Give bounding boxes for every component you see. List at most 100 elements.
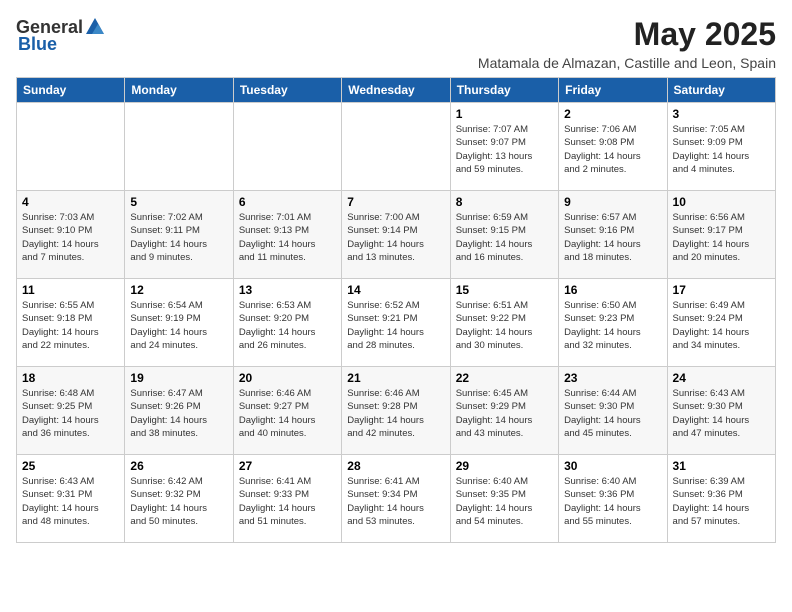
weekday-header-saturday: Saturday	[667, 78, 775, 103]
day-number: 3	[673, 107, 770, 121]
day-info: Sunrise: 6:45 AM Sunset: 9:29 PM Dayligh…	[456, 387, 553, 440]
calendar-cell: 7 Sunrise: 7:00 AM Sunset: 9:14 PM Daylig…	[342, 191, 450, 279]
calendar-cell	[125, 103, 233, 191]
day-info: Sunrise: 7:06 AM Sunset: 9:08 PM Dayligh…	[564, 123, 661, 176]
weekday-header-row: SundayMondayTuesdayWednesdayThursdayFrid…	[17, 78, 776, 103]
calendar-cell: 15Sunrise: 6:51 AM Sunset: 9:22 PM Dayli…	[450, 279, 558, 367]
day-info: Sunrise: 7:03 AM Sunset: 9:10 PM Dayligh…	[22, 211, 119, 264]
calendar-cell: 23 Sunrise: 6:44 AM Sunset: 9:30 PM Dayli…	[559, 367, 667, 455]
day-number: 26	[130, 459, 227, 473]
day-info: Sunrise: 6:56 AM Sunset: 9:17 PM Dayligh…	[673, 211, 770, 264]
calendar-cell: 8Sunrise: 6:59 AM Sunset: 9:15 PM Daylig…	[450, 191, 558, 279]
day-number: 31	[673, 459, 770, 473]
calendar-cell: 1 Sunrise: 7:07 AM Sunset: 9:07 PM Daylig…	[450, 103, 558, 191]
calendar-table: SundayMondayTuesdayWednesdayThursdayFrid…	[16, 77, 776, 543]
day-number: 25	[22, 459, 119, 473]
day-info: Sunrise: 6:43 AM Sunset: 9:31 PM Dayligh…	[22, 475, 119, 528]
weekday-header-sunday: Sunday	[17, 78, 125, 103]
calendar-cell: 16 Sunrise: 6:50 AM Sunset: 9:23 PM Dayli…	[559, 279, 667, 367]
day-number: 12	[130, 283, 227, 297]
calendar-cell: 30 Sunrise: 6:40 AM Sunset: 9:36 PM Dayli…	[559, 455, 667, 543]
day-info: Sunrise: 6:44 AM Sunset: 9:30 PM Dayligh…	[564, 387, 661, 440]
day-info: Sunrise: 6:42 AM Sunset: 9:32 PM Dayligh…	[130, 475, 227, 528]
logo-icon	[84, 16, 106, 38]
calendar-week-row: 1 Sunrise: 7:07 AM Sunset: 9:07 PM Daylig…	[17, 103, 776, 191]
calendar-cell: 3 Sunrise: 7:05 AM Sunset: 9:09 PM Daylig…	[667, 103, 775, 191]
calendar-cell: 29 Sunrise: 6:40 AM Sunset: 9:35 PM Dayli…	[450, 455, 558, 543]
day-number: 29	[456, 459, 553, 473]
calendar-week-row: 25 Sunrise: 6:43 AM Sunset: 9:31 PM Dayli…	[17, 455, 776, 543]
day-number: 4	[22, 195, 119, 209]
day-info: Sunrise: 6:52 AM Sunset: 9:21 PM Dayligh…	[347, 299, 444, 352]
calendar-cell	[233, 103, 341, 191]
day-number: 28	[347, 459, 444, 473]
day-number: 5	[130, 195, 227, 209]
title-area: May 2025 Matamala de Almazan, Castille a…	[478, 16, 776, 71]
day-info: Sunrise: 7:05 AM Sunset: 9:09 PM Dayligh…	[673, 123, 770, 176]
calendar-cell: 22 Sunrise: 6:45 AM Sunset: 9:29 PM Dayli…	[450, 367, 558, 455]
day-info: Sunrise: 6:40 AM Sunset: 9:36 PM Dayligh…	[564, 475, 661, 528]
page-header: General Blue May 2025 Matamala de Almaza…	[16, 16, 776, 71]
calendar-cell: 31Sunrise: 6:39 AM Sunset: 9:36 PM Dayli…	[667, 455, 775, 543]
day-info: Sunrise: 6:40 AM Sunset: 9:35 PM Dayligh…	[456, 475, 553, 528]
calendar-week-row: 11Sunrise: 6:55 AM Sunset: 9:18 PM Dayli…	[17, 279, 776, 367]
day-info: Sunrise: 6:41 AM Sunset: 9:34 PM Dayligh…	[347, 475, 444, 528]
day-number: 22	[456, 371, 553, 385]
calendar-cell: 14 Sunrise: 6:52 AM Sunset: 9:21 PM Dayli…	[342, 279, 450, 367]
calendar-cell: 9Sunrise: 6:57 AM Sunset: 9:16 PM Daylig…	[559, 191, 667, 279]
calendar-cell: 24 Sunrise: 6:43 AM Sunset: 9:30 PM Dayli…	[667, 367, 775, 455]
calendar-cell: 4 Sunrise: 7:03 AM Sunset: 9:10 PM Daylig…	[17, 191, 125, 279]
day-number: 27	[239, 459, 336, 473]
calendar-cell	[17, 103, 125, 191]
day-number: 20	[239, 371, 336, 385]
calendar-cell: 20 Sunrise: 6:46 AM Sunset: 9:27 PM Dayli…	[233, 367, 341, 455]
day-info: Sunrise: 7:01 AM Sunset: 9:13 PM Dayligh…	[239, 211, 336, 264]
day-number: 15	[456, 283, 553, 297]
calendar-cell: 25 Sunrise: 6:43 AM Sunset: 9:31 PM Dayli…	[17, 455, 125, 543]
day-info: Sunrise: 6:50 AM Sunset: 9:23 PM Dayligh…	[564, 299, 661, 352]
day-number: 23	[564, 371, 661, 385]
day-number: 7	[347, 195, 444, 209]
calendar-cell: 21Sunrise: 6:46 AM Sunset: 9:28 PM Dayli…	[342, 367, 450, 455]
calendar-cell: 13Sunrise: 6:53 AM Sunset: 9:20 PM Dayli…	[233, 279, 341, 367]
weekday-header-monday: Monday	[125, 78, 233, 103]
day-number: 18	[22, 371, 119, 385]
day-info: Sunrise: 7:02 AM Sunset: 9:11 PM Dayligh…	[130, 211, 227, 264]
day-info: Sunrise: 6:55 AM Sunset: 9:18 PM Dayligh…	[22, 299, 119, 352]
logo: General Blue	[16, 16, 107, 55]
calendar-cell: 28 Sunrise: 6:41 AM Sunset: 9:34 PM Dayli…	[342, 455, 450, 543]
day-number: 14	[347, 283, 444, 297]
calendar-cell: 19Sunrise: 6:47 AM Sunset: 9:26 PM Dayli…	[125, 367, 233, 455]
day-number: 6	[239, 195, 336, 209]
weekday-header-thursday: Thursday	[450, 78, 558, 103]
day-info: Sunrise: 6:47 AM Sunset: 9:26 PM Dayligh…	[130, 387, 227, 440]
calendar-cell: 10 Sunrise: 6:56 AM Sunset: 9:17 PM Dayli…	[667, 191, 775, 279]
day-info: Sunrise: 6:43 AM Sunset: 9:30 PM Dayligh…	[673, 387, 770, 440]
day-number: 2	[564, 107, 661, 121]
day-number: 30	[564, 459, 661, 473]
day-info: Sunrise: 6:41 AM Sunset: 9:33 PM Dayligh…	[239, 475, 336, 528]
day-number: 10	[673, 195, 770, 209]
day-info: Sunrise: 7:00 AM Sunset: 9:14 PM Dayligh…	[347, 211, 444, 264]
calendar-week-row: 4 Sunrise: 7:03 AM Sunset: 9:10 PM Daylig…	[17, 191, 776, 279]
day-number: 17	[673, 283, 770, 297]
weekday-header-wednesday: Wednesday	[342, 78, 450, 103]
month-title: May 2025	[478, 16, 776, 53]
day-info: Sunrise: 6:54 AM Sunset: 9:19 PM Dayligh…	[130, 299, 227, 352]
day-info: Sunrise: 6:57 AM Sunset: 9:16 PM Dayligh…	[564, 211, 661, 264]
calendar-cell: 27 Sunrise: 6:41 AM Sunset: 9:33 PM Dayli…	[233, 455, 341, 543]
day-number: 1	[456, 107, 553, 121]
day-info: Sunrise: 6:46 AM Sunset: 9:27 PM Dayligh…	[239, 387, 336, 440]
calendar-cell: 12 Sunrise: 6:54 AM Sunset: 9:19 PM Dayli…	[125, 279, 233, 367]
calendar-cell: 17 Sunrise: 6:49 AM Sunset: 9:24 PM Dayli…	[667, 279, 775, 367]
day-info: Sunrise: 7:07 AM Sunset: 9:07 PM Dayligh…	[456, 123, 553, 176]
day-number: 24	[673, 371, 770, 385]
day-number: 16	[564, 283, 661, 297]
location-title: Matamala de Almazan, Castille and Leon, …	[478, 55, 776, 71]
calendar-cell: 6 Sunrise: 7:01 AM Sunset: 9:13 PM Daylig…	[233, 191, 341, 279]
day-info: Sunrise: 6:49 AM Sunset: 9:24 PM Dayligh…	[673, 299, 770, 352]
calendar-cell: 2 Sunrise: 7:06 AM Sunset: 9:08 PM Daylig…	[559, 103, 667, 191]
weekday-header-friday: Friday	[559, 78, 667, 103]
day-number: 21	[347, 371, 444, 385]
day-info: Sunrise: 6:48 AM Sunset: 9:25 PM Dayligh…	[22, 387, 119, 440]
